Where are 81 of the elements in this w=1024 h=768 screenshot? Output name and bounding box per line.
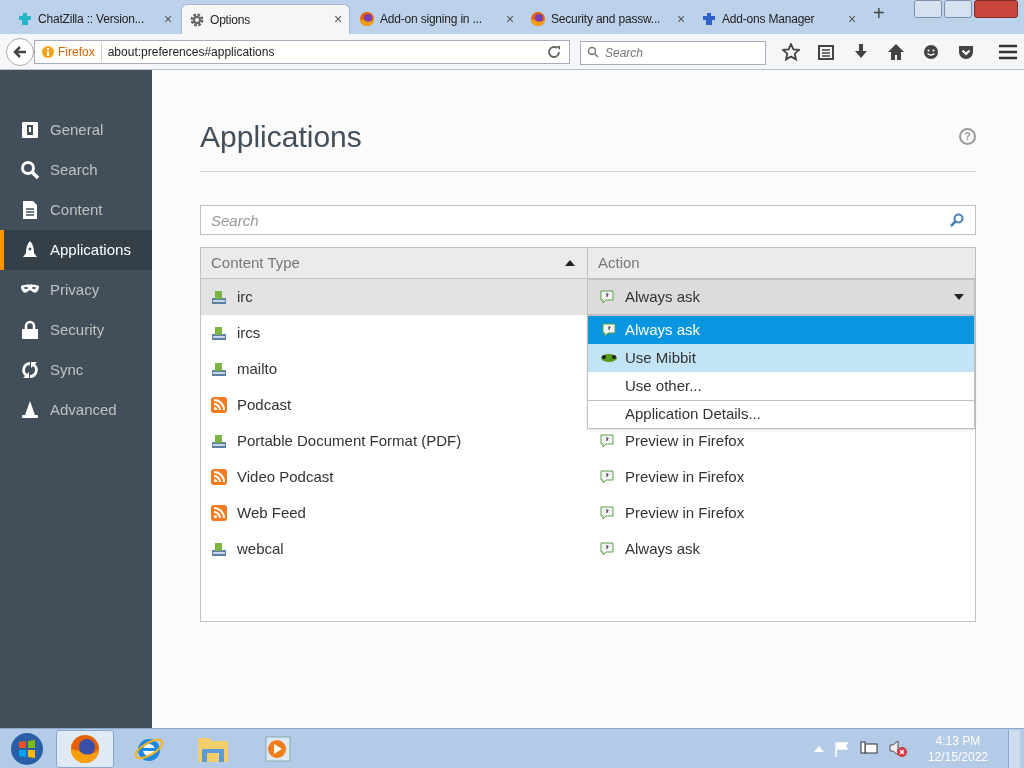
menu-icon[interactable]	[998, 43, 1018, 60]
media-player-icon	[262, 733, 292, 764]
dropdown-arrow-icon	[954, 294, 964, 300]
page-title: Applications	[200, 119, 362, 155]
tab-title: Options	[210, 11, 251, 29]
document-icon	[20, 200, 40, 220]
back-arrow-icon	[13, 44, 27, 59]
puzzle-icon	[701, 11, 717, 27]
table-row-cell[interactable]: irc	[201, 279, 587, 315]
search-icon	[20, 160, 40, 180]
taskbar-button[interactable]	[56, 729, 114, 768]
search-field[interactable]: Search	[200, 205, 976, 235]
tab-title: Add-ons Manager	[722, 11, 816, 28]
sidebar-item[interactable]: Search	[0, 150, 152, 190]
firefox-icon	[530, 11, 546, 27]
star-icon[interactable]	[782, 42, 800, 61]
browser-tab[interactable]: Options ×	[181, 4, 350, 34]
application-icon	[211, 433, 227, 449]
close-icon[interactable]: ×	[164, 8, 172, 30]
application-icon	[211, 541, 227, 557]
question-bubble-icon	[599, 541, 615, 557]
sidebar-item[interactable]: Content	[0, 190, 152, 230]
table-cell: Preview in Firefox	[587, 495, 975, 531]
sidebar-item[interactable]: Sync	[0, 350, 152, 390]
back-button[interactable]	[6, 37, 34, 66]
table-cell: Preview in Firefox	[587, 459, 975, 495]
switch-icon	[20, 120, 40, 140]
menu-item[interactable]: Application Details...	[588, 400, 974, 428]
menu-item[interactable]: Use other...	[588, 372, 974, 400]
network-icon[interactable]	[859, 740, 878, 757]
settings-icon	[189, 11, 205, 28]
sidebar-item[interactable]: Privacy	[0, 270, 152, 310]
address-bar[interactable]: Firefox about:preferences#applications	[34, 39, 570, 64]
smiley-icon[interactable]	[922, 42, 940, 61]
application-icon	[211, 325, 227, 341]
application-icon	[211, 361, 227, 377]
rocket-icon	[20, 240, 40, 260]
column-header[interactable]: Content Type	[201, 248, 588, 278]
question-bubble-icon	[599, 505, 615, 521]
table-cell: Always ask	[587, 531, 975, 567]
search-icon	[950, 213, 964, 227]
close-icon[interactable]: ×	[506, 8, 514, 30]
puzzle-icon	[17, 11, 33, 27]
tab-title: ChatZilla :: Version...	[38, 11, 146, 28]
question-bubble-icon	[601, 322, 617, 338]
frog-icon	[600, 352, 618, 364]
feed-icon	[211, 397, 227, 413]
question-bubble-icon	[599, 289, 615, 305]
search-field[interactable]: Search	[580, 40, 766, 65]
column-header[interactable]: Action	[588, 248, 975, 278]
firefox-icon	[359, 11, 375, 27]
firefox-icon	[69, 732, 101, 765]
reading-list-icon[interactable]	[817, 42, 835, 61]
muted-speaker-icon[interactable]	[887, 739, 908, 758]
windows-logo-icon	[10, 731, 44, 766]
sidebar-item[interactable]: Applications	[0, 230, 152, 270]
new-tab-button[interactable]: +	[873, 0, 885, 28]
url-text: about:preferences#applications	[107, 43, 276, 61]
tab-title: Security and passw...	[551, 11, 662, 28]
reload-icon[interactable]	[547, 44, 561, 59]
feed-icon	[211, 505, 227, 521]
close-icon[interactable]: ×	[334, 9, 342, 30]
padlock-icon	[20, 320, 40, 340]
info-icon	[41, 44, 55, 59]
question-bubble-icon	[599, 469, 615, 485]
application-icon	[211, 289, 227, 305]
sidebar-item[interactable]: Advanced	[0, 390, 152, 430]
feed-icon	[211, 469, 227, 485]
home-icon[interactable]	[887, 42, 905, 61]
wizard-hat-icon	[20, 400, 40, 420]
sidebar-item[interactable]: Security	[0, 310, 152, 350]
sidebar-item[interactable]: General	[0, 110, 152, 150]
close-icon[interactable]: ×	[848, 8, 856, 30]
action-dropdown[interactable]: Always ask	[587, 279, 975, 315]
question-bubble-icon	[599, 433, 615, 449]
search-icon	[587, 45, 599, 58]
sync-icon	[20, 360, 40, 380]
menu-item[interactable]: Use Mibbit	[588, 344, 974, 372]
identity-label: Firefox	[58, 42, 102, 61]
tab-title: Add-on signing in ...	[380, 11, 483, 28]
close-icon[interactable]: ×	[677, 8, 685, 30]
